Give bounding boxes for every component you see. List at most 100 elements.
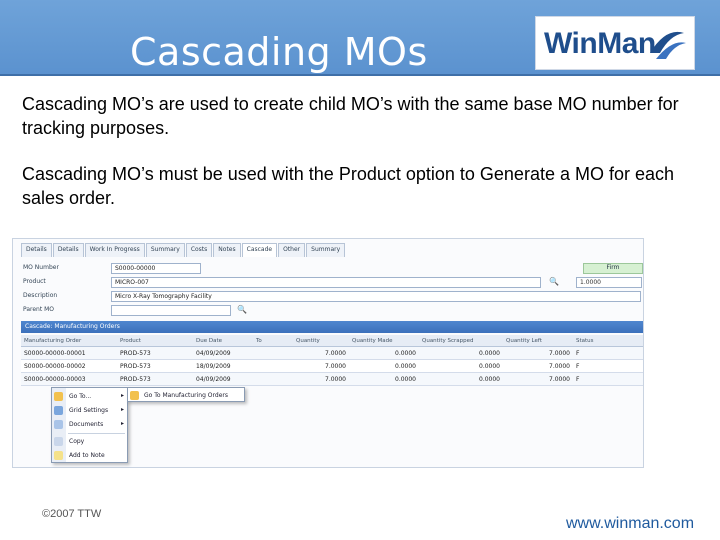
logo-text: WinMan: [544, 27, 656, 60]
column-header[interactable]: Quantity: [293, 335, 349, 346]
cell-to: [253, 347, 293, 359]
parent-field[interactable]: [111, 305, 231, 316]
tab-item[interactable]: Details: [52, 243, 84, 257]
tab-item[interactable]: Work In Progress: [84, 243, 145, 257]
usage-paragraph: Cascading MO’s must be used with the Pro…: [22, 164, 675, 208]
menu-item-label: Documents: [69, 421, 104, 428]
cell-product: PROD-573: [120, 376, 151, 383]
note-icon: [54, 451, 63, 460]
grid-title: Cascade: Manufacturing Orders: [21, 321, 643, 333]
cell-due: 18/09/2009: [196, 363, 231, 370]
column-header[interactable]: Product: [117, 335, 193, 346]
tab-bar: Details Details Work In Progress Summary…: [21, 243, 346, 257]
menu-item-grid-settings[interactable]: Grid Settings ▸: [52, 404, 127, 418]
cell-status: F: [576, 350, 580, 357]
cell-left: 7.0000: [549, 350, 570, 357]
chevron-right-icon: ▸: [120, 392, 124, 399]
goto-submenu: Go To Manufacturing Orders: [127, 387, 245, 402]
cell-to: [253, 360, 293, 372]
cell-made: 0.0000: [395, 350, 416, 357]
parent-row: Parent MO 🔍: [21, 305, 639, 317]
column-header[interactable]: Manufacturing Order: [21, 335, 117, 346]
menu-item-label: Grid Settings: [69, 407, 109, 414]
cell-due: 04/09/2009: [196, 350, 231, 357]
cell-made: 0.0000: [395, 363, 416, 370]
cell-left: 7.0000: [549, 376, 570, 383]
grid-icon: [54, 406, 63, 415]
cell-due: 04/09/2009: [196, 376, 231, 383]
lookup-icon[interactable]: 🔍: [549, 277, 559, 287]
menu-item-label: Go To...: [69, 393, 92, 400]
table-row[interactable]: S0000-00000-00003 PROD-573 04/09/2009 7.…: [21, 373, 643, 386]
tab-item[interactable]: Notes: [213, 243, 241, 257]
menu-item-add-note[interactable]: Add to Note: [52, 449, 127, 463]
cell-mo: S0000-00000-00003: [24, 376, 86, 383]
tab-item[interactable]: Summary: [306, 243, 346, 257]
quantity-field[interactable]: 1.0000: [576, 277, 642, 288]
product-label: Product: [23, 278, 46, 285]
tab-item[interactable]: Other: [278, 243, 306, 257]
tab-item[interactable]: Details: [21, 243, 52, 257]
cell-scrapped: 0.0000: [479, 376, 500, 383]
intro-paragraph: Cascading MO’s are used to create child …: [22, 94, 679, 138]
column-header[interactable]: Quantity Left: [503, 335, 573, 346]
document-icon: [54, 420, 63, 429]
submenu-item-label: Go To Manufacturing Orders: [144, 392, 228, 399]
chevron-right-icon: ▸: [120, 420, 124, 427]
description-label: Description: [23, 292, 58, 299]
column-header[interactable]: Status: [573, 335, 613, 346]
mo-form: MO Number S0000-00000 Firm Product MICRO…: [21, 261, 643, 321]
cell-mo: S0000-00000-00002: [24, 363, 86, 370]
website-link[interactable]: www.winman.com: [566, 515, 694, 533]
cell-qty: 7.0000: [325, 376, 346, 383]
lookup-icon[interactable]: 🔍: [237, 305, 247, 315]
description-field[interactable]: Micro X-Ray Tomography Facility: [111, 291, 641, 302]
copy-icon: [54, 437, 63, 446]
context-menu: Go To... ▸ Grid Settings ▸ Documents ▸ C…: [51, 387, 128, 463]
cell-scrapped: 0.0000: [479, 363, 500, 370]
grid-column-headers: Manufacturing Order Product Due Date To …: [21, 335, 643, 347]
column-header[interactable]: Quantity Made: [349, 335, 419, 346]
menu-item-documents[interactable]: Documents ▸: [52, 418, 127, 432]
menu-item-label: Copy: [69, 438, 85, 445]
cell-status: F: [576, 363, 580, 370]
tab-item[interactable]: Summary: [145, 243, 185, 257]
winman-logo: WinMan: [535, 16, 695, 70]
logo-swoosh-icon: [650, 31, 686, 59]
app-screenshot: Details Details Work In Progress Summary…: [12, 238, 644, 468]
menu-separator: [68, 433, 125, 434]
menu-item-goto[interactable]: Go To... ▸: [52, 390, 127, 404]
tab-cascade[interactable]: Cascade: [241, 243, 278, 257]
grid-body: S0000-00000-00001 PROD-573 04/09/2009 7.…: [21, 347, 643, 386]
column-header[interactable]: To: [253, 335, 293, 346]
cell-qty: 7.0000: [325, 350, 346, 357]
cell-product: PROD-573: [120, 363, 151, 370]
product-field[interactable]: MICRO-007: [111, 277, 541, 288]
cell-qty: 7.0000: [325, 363, 346, 370]
folder-icon: [54, 392, 63, 401]
cascade-grid: Manufacturing Order Product Due Date To …: [21, 335, 643, 386]
table-row[interactable]: S0000-00000-00002 PROD-573 18/09/2009 7.…: [21, 360, 643, 373]
cell-mo: S0000-00000-00001: [24, 350, 86, 357]
slide-header: Cascading MOs WinMan: [0, 0, 720, 76]
cell-scrapped: 0.0000: [479, 350, 500, 357]
cell-made: 0.0000: [395, 376, 416, 383]
status-field: Firm: [583, 263, 643, 274]
menu-item-copy[interactable]: Copy: [52, 435, 127, 449]
cell-left: 7.0000: [549, 363, 570, 370]
description-row: Description Micro X-Ray Tomography Facil…: [21, 291, 641, 303]
mo-number-label: MO Number: [23, 264, 59, 271]
product-row: Product MICRO-007 🔍 1.0000: [21, 277, 642, 289]
mo-number-row: MO Number S0000-00000 Firm: [21, 263, 643, 275]
slide-title: Cascading MOs: [130, 30, 428, 74]
mo-number-field[interactable]: S0000-00000: [111, 263, 201, 274]
cell-status: F: [576, 376, 580, 383]
menu-item-label: Add to Note: [69, 452, 105, 459]
column-header[interactable]: Quantity Scrapped: [419, 335, 503, 346]
column-header[interactable]: Due Date: [193, 335, 253, 346]
table-row[interactable]: S0000-00000-00001 PROD-573 04/09/2009 7.…: [21, 347, 643, 360]
tab-item[interactable]: Costs: [185, 243, 213, 257]
cell-product: PROD-573: [120, 350, 151, 357]
cell-to: [253, 373, 293, 385]
parent-label: Parent MO: [23, 306, 55, 313]
